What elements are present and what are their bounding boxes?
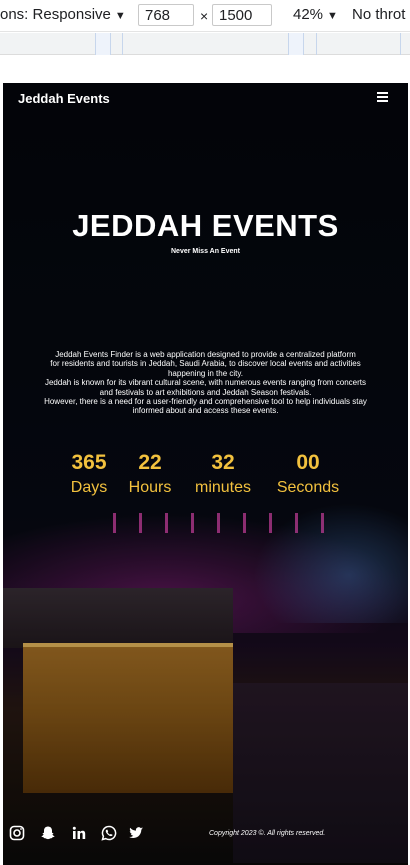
linkedin-icon[interactable] (71, 825, 87, 841)
hamburger-menu-icon[interactable] (377, 92, 391, 104)
snapchat-icon[interactable] (40, 825, 56, 841)
countdown-value: 32 (211, 451, 235, 474)
height-input[interactable]: 1500 (212, 4, 272, 26)
viewport-margin (0, 56, 410, 83)
device-viewport: Jeddah Events JEDDAH EVENTS Never Miss A… (3, 83, 408, 865)
ruler-tick (400, 33, 401, 55)
instagram-icon[interactable] (9, 825, 25, 841)
countdown-label: minutes (194, 479, 252, 496)
ruler-tick (303, 33, 304, 55)
description-line: However, there is a need for a user-frie… (44, 397, 367, 407)
copyright-text: Copyright 2023 ©. All rights reserved. (209, 830, 326, 837)
whatsapp-icon[interactable] (101, 825, 117, 841)
ruler-tick (122, 33, 123, 55)
countdown-label: Hours (128, 479, 172, 496)
site-description: Jeddah Events Finder is a web applicatio… (15, 350, 396, 416)
times-icon: × (200, 8, 209, 24)
site-brand-link[interactable]: Jeddah Events (18, 91, 110, 106)
ruler-tick (288, 33, 289, 55)
zoom-label: 42% (293, 6, 324, 23)
device-dimensions-dropdown[interactable]: ons: Responsive ▼ (0, 6, 126, 23)
countdown-value: 00 (296, 451, 320, 474)
countdown-label: Days (70, 479, 108, 496)
width-input[interactable]: 768 (138, 4, 194, 26)
dimensions-label: ons: Responsive (0, 6, 111, 23)
description-line: Jeddah is known for its vibrant cultural… (44, 378, 367, 388)
twitter-icon[interactable] (128, 825, 144, 841)
countdown-value: 365 (71, 451, 107, 474)
countdown-seconds: 00 Seconds (271, 451, 345, 497)
ruler-tick (95, 33, 96, 55)
countdown-value: 22 (138, 451, 162, 474)
zoom-dropdown[interactable]: 42% ▼ (293, 6, 338, 23)
description-line: for residents and tourists in Jeddah, Sa… (50, 359, 361, 369)
throttle-dropdown[interactable]: No throt (352, 6, 405, 23)
devtools-toolbar: ons: Responsive ▼ 768 × 1500 42% ▼ No thro… (0, 0, 410, 32)
media-query-band[interactable] (95, 33, 110, 55)
countdown-hours: 22 Hours (123, 451, 177, 497)
description-line: and festivals to art exhibitions and Jed… (99, 387, 312, 397)
media-query-band[interactable] (288, 33, 303, 55)
countdown-days: 365 Days (65, 451, 113, 497)
countdown-label: Seconds (276, 479, 340, 496)
countdown-minutes: 32 minutes (189, 451, 257, 497)
dropdown-arrow-icon: ▼ (327, 10, 338, 22)
description-line: informed about and access these events. (132, 406, 279, 416)
hero-title: JEDDAH EVENTS (72, 208, 339, 243)
ruler-tick (316, 33, 317, 55)
description-line: Jeddah Events Finder is a web applicatio… (55, 350, 356, 359)
hero-subtitle: Never Miss An Event (171, 248, 240, 255)
ruler-tick (110, 33, 111, 55)
dropdown-arrow-icon: ▼ (114, 10, 126, 22)
media-query-ruler[interactable] (0, 33, 410, 55)
description-line: happening in the city. (167, 368, 243, 378)
